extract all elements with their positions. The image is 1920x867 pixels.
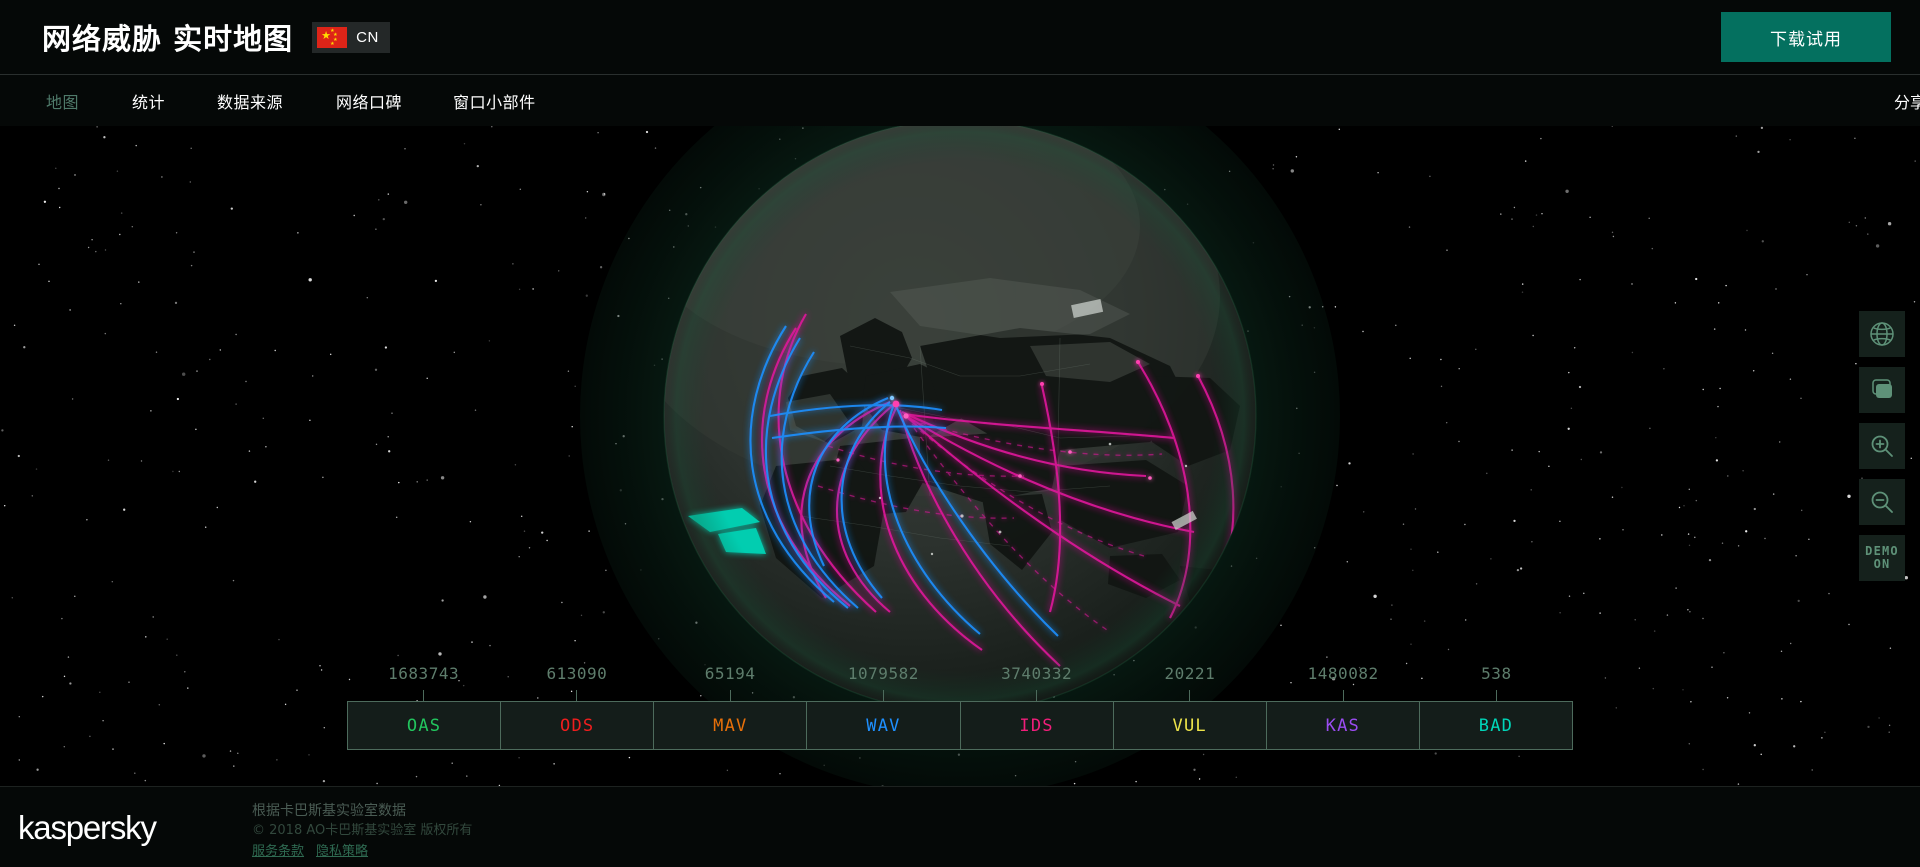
legend-cells-row: OAS ODS MAV WAV IDS VUL KAS BAD bbox=[347, 701, 1573, 750]
legend-tick bbox=[807, 690, 960, 701]
legend-tick bbox=[347, 690, 500, 701]
map-toolbar: DEMO ON bbox=[1859, 311, 1905, 591]
footer-data-source: 根据卡巴斯基实验室数据 bbox=[252, 803, 406, 819]
map-viewport[interactable]: 1683743 613090 65194 1079582 3740332 202… bbox=[0, 126, 1920, 793]
zoom-out-button[interactable] bbox=[1859, 479, 1905, 525]
threat-legend: 1683743 613090 65194 1079582 3740332 202… bbox=[347, 664, 1573, 750]
kaspersky-logo: kaspersky bbox=[18, 809, 157, 846]
legend-values-row: 1683743 613090 65194 1079582 3740332 202… bbox=[347, 664, 1573, 683]
legend-value-vul: 20221 bbox=[1164, 664, 1216, 683]
legend-cell-oas[interactable]: OAS bbox=[348, 702, 502, 749]
country-code-label: CN bbox=[356, 28, 379, 46]
footer-links: 服务条款 隐私策略 bbox=[252, 842, 472, 862]
legend-cell-wav[interactable]: WAV bbox=[807, 702, 961, 749]
zoom-in-button[interactable] bbox=[1859, 423, 1905, 469]
legend-value-ods: 613090 bbox=[546, 664, 608, 683]
legend-value-kas: 1480082 bbox=[1307, 664, 1379, 683]
cyberthreat-map-page: 网络威胁 实时地图 ★ ★ ★ ★ ★ CN 下载试用 地图 统计 数据来源 网… bbox=[0, 0, 1920, 867]
zoom-out-icon bbox=[1871, 491, 1893, 513]
nav-item-map[interactable]: 地图 bbox=[46, 89, 79, 113]
globe-icon bbox=[1870, 322, 1894, 346]
legend-tick bbox=[654, 690, 807, 701]
legend-value-mav: 65194 bbox=[704, 664, 756, 683]
nav-item-statistics[interactable]: 统计 bbox=[132, 89, 165, 113]
privacy-policy-link[interactable]: 隐私策略 bbox=[316, 842, 368, 862]
legend-value-ids: 3740332 bbox=[1001, 664, 1073, 683]
footer-text-block: 根据卡巴斯基实验室数据 © 2018 AO卡巴斯基实验室 版权所有 服务条款 隐… bbox=[252, 801, 472, 862]
share-button[interactable]: 分享 bbox=[1894, 89, 1920, 113]
demo-label-line2: ON bbox=[1873, 557, 1891, 571]
flat-map-icon bbox=[1872, 379, 1892, 398]
legend-value-wav: 1079582 bbox=[847, 664, 919, 683]
legend-tick bbox=[1420, 690, 1573, 701]
legend-tick bbox=[1113, 690, 1266, 701]
flat-map-view-button[interactable] bbox=[1859, 367, 1905, 413]
country-badge[interactable]: ★ ★ ★ ★ ★ CN bbox=[312, 21, 390, 53]
legend-tick bbox=[960, 690, 1113, 701]
main-navigation: 地图 统计 数据来源 网络口碑 窗口小部件 分享 bbox=[0, 74, 1920, 126]
nav-item-data-sources[interactable]: 数据来源 bbox=[217, 89, 283, 113]
globe-view-button[interactable] bbox=[1859, 311, 1905, 357]
cn-flag-icon: ★ ★ ★ ★ ★ bbox=[317, 26, 348, 48]
legend-value-oas: 1683743 bbox=[388, 664, 460, 683]
footer-copyright: © 2018 AO卡巴斯基实验室 版权所有 bbox=[252, 823, 473, 838]
legend-cell-ods[interactable]: ODS bbox=[501, 702, 655, 749]
terms-of-service-link[interactable]: 服务条款 bbox=[252, 842, 304, 862]
page-footer: kaspersky 根据卡巴斯基实验室数据 © 2018 AO卡巴斯基实验室 版… bbox=[0, 786, 1920, 867]
legend-cell-ids[interactable]: IDS bbox=[960, 702, 1114, 749]
legend-cell-vul[interactable]: VUL bbox=[1113, 702, 1267, 749]
legend-value-bad: 538 bbox=[1481, 664, 1512, 683]
page-header: 网络威胁 实时地图 ★ ★ ★ ★ ★ CN 下载试用 bbox=[0, 0, 1920, 74]
legend-cell-kas[interactable]: KAS bbox=[1266, 702, 1420, 749]
nav-item-buzz[interactable]: 网络口碑 bbox=[336, 89, 402, 113]
legend-cell-bad[interactable]: BAD bbox=[1419, 702, 1572, 749]
zoom-in-icon bbox=[1871, 435, 1893, 457]
nav-item-widget[interactable]: 窗口小部件 bbox=[453, 89, 536, 113]
legend-tick bbox=[1267, 690, 1420, 701]
page-title: 网络威胁 实时地图 bbox=[42, 22, 294, 56]
legend-cell-mav[interactable]: MAV bbox=[654, 702, 808, 749]
legend-ticks-row bbox=[347, 690, 1573, 701]
demo-toggle-button[interactable]: DEMO ON bbox=[1859, 535, 1905, 581]
download-trial-button[interactable]: 下载试用 bbox=[1721, 12, 1891, 62]
legend-tick bbox=[500, 690, 653, 701]
